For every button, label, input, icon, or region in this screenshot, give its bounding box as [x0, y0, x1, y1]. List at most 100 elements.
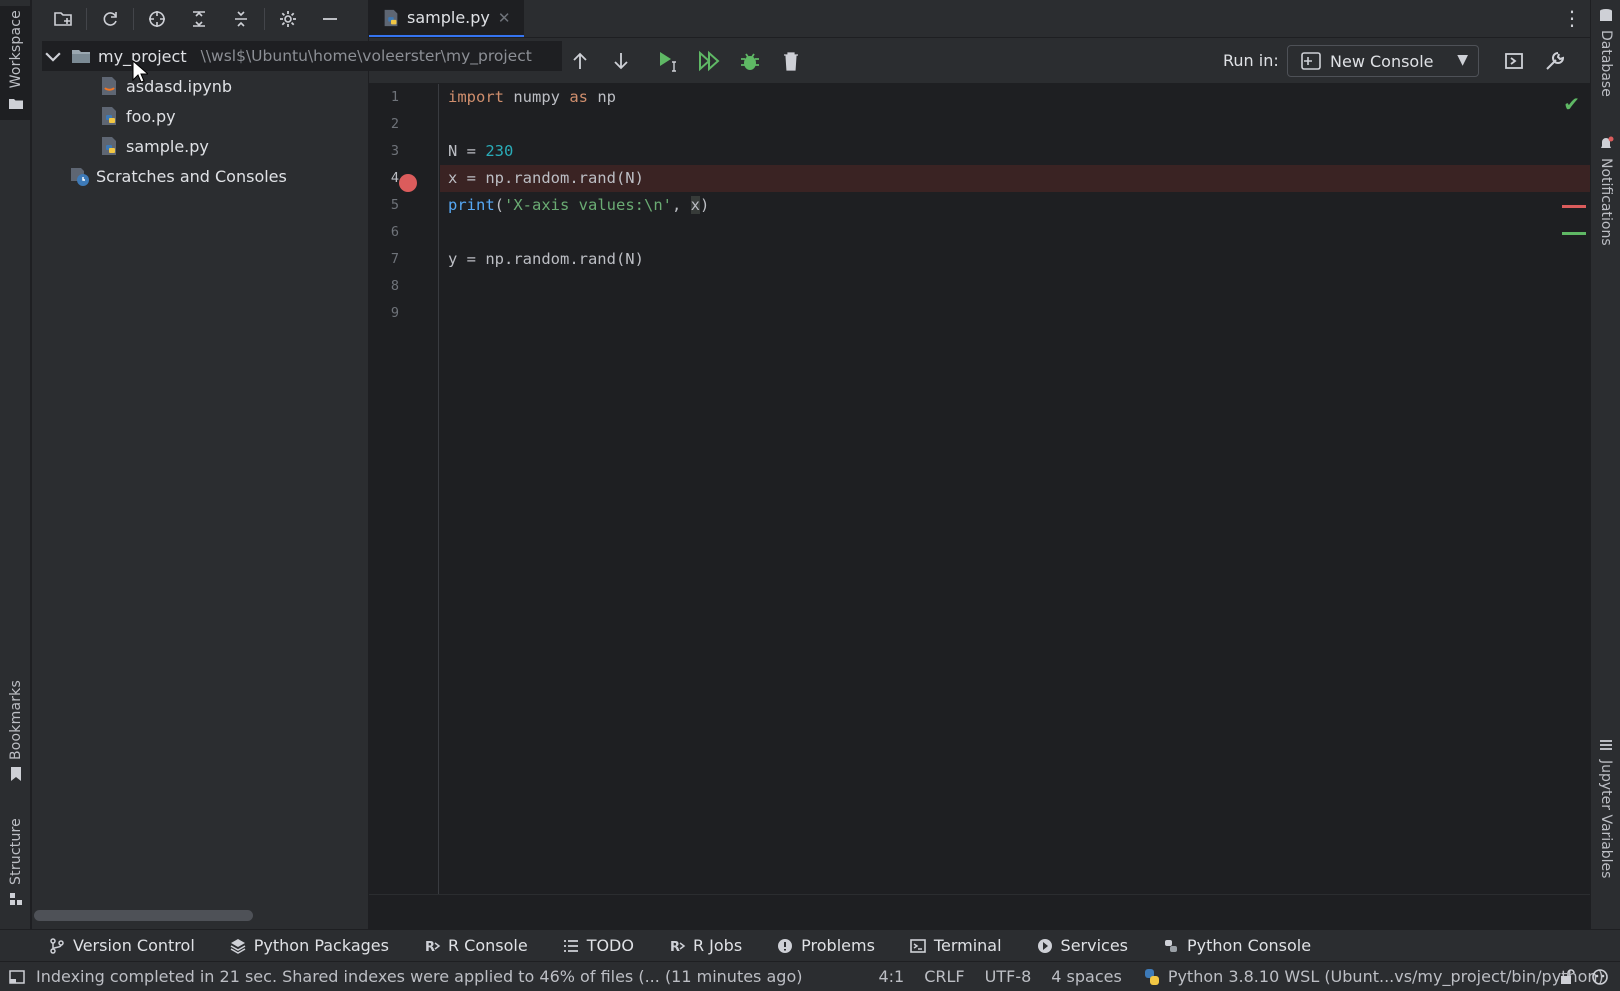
unlock-icon[interactable] [1558, 968, 1576, 986]
right-tool-strip: Database Notifications Jupyter Variables [1590, 0, 1620, 929]
code-line: import numpy as np [440, 84, 1590, 111]
status-bar: Indexing completed in 21 sec. Shared ind… [0, 961, 1620, 991]
next-cell-button[interactable] [605, 46, 637, 76]
tool-window-bar: Version Control Python Packages R R Cons… [0, 929, 1620, 961]
tool-r-console[interactable]: R R Console [423, 936, 528, 955]
toolbar-separator [264, 8, 265, 30]
run-all-button[interactable] [693, 46, 725, 76]
line-number: 5 [390, 197, 399, 213]
debug-button[interactable] [734, 46, 766, 76]
bookmarks-tab[interactable]: Bookmarks [0, 680, 31, 782]
structure-tab-label: Structure [7, 818, 24, 885]
refresh-icon [103, 12, 117, 26]
code-line: N = 230 [440, 138, 1590, 165]
project-scrollbar[interactable] [34, 910, 253, 921]
tree-item-sample-py[interactable]: sample.py [98, 131, 209, 161]
line-number: 3 [390, 143, 399, 159]
bookmarks-tab-label: Bookmarks [7, 680, 24, 761]
branch-icon [50, 937, 64, 954]
chevron-down-icon[interactable] [42, 45, 64, 67]
breakpoint-icon[interactable] [399, 174, 417, 192]
scratches-icon [71, 168, 89, 186]
configure-button[interactable] [1539, 46, 1571, 76]
indent-setting[interactable]: 4 spaces [1051, 967, 1122, 986]
sync-button[interactable] [89, 2, 131, 36]
assistant-icon[interactable] [1590, 967, 1610, 987]
structure-tab[interactable]: Structure [0, 818, 31, 907]
project-toolbar [32, 0, 368, 38]
hide-panel-button[interactable] [309, 2, 351, 36]
previous-cell-button[interactable] [564, 46, 596, 76]
bookmark-icon [10, 767, 21, 782]
clear-outputs-button[interactable] [775, 46, 807, 76]
tool-version-control[interactable]: Version Control [48, 936, 195, 955]
gear-icon [280, 11, 296, 27]
tool-label: Terminal [933, 936, 1002, 955]
code-token: as [569, 88, 588, 106]
collapse-all-icon [235, 11, 247, 27]
status-message[interactable]: Indexing completed in 21 sec. Shared ind… [8, 967, 802, 986]
open-console-button[interactable] [1498, 46, 1530, 76]
tree-item-foo-py[interactable]: foo.py [98, 101, 176, 131]
locate-file-button[interactable] [136, 2, 178, 36]
collapse-all-button[interactable] [220, 2, 262, 36]
tree-item-scratches[interactable]: Scratches and Consoles [68, 161, 287, 191]
run-in-select[interactable]: New Console ▼ [1287, 45, 1479, 77]
tree-item-my-project[interactable]: my_project \\wsl$\Ubuntu\home\voleerster… [42, 41, 562, 71]
tab-sample-py[interactable]: sample.py ✕ [369, 0, 525, 37]
code-line: print('X-axis values:\n', x) [440, 192, 1590, 219]
expand-all-button[interactable] [178, 2, 220, 36]
caret-position[interactable]: 4:1 [878, 967, 904, 986]
run-cell-button[interactable] [652, 46, 684, 76]
tool-label: R Console [447, 936, 528, 955]
new-folder-button[interactable] [42, 2, 84, 36]
layers-icon [230, 938, 246, 954]
new-folder-icon [54, 12, 72, 26]
line-number: 7 [390, 251, 399, 267]
code-editor[interactable]: import numpy as np N = 230 x = np.random… [440, 84, 1590, 894]
tool-python-packages[interactable]: Python Packages [229, 936, 389, 955]
tool-label: R Jobs [692, 936, 743, 955]
new-console-icon [1301, 52, 1321, 70]
tree-item-asdasd-ipynb[interactable]: asdasd.ipynb [98, 71, 232, 101]
workspace-tab[interactable]: Workspace [0, 6, 31, 121]
expand-all-icon [193, 11, 205, 27]
line-number: 1 [390, 89, 399, 105]
error-stripe-marker[interactable] [1562, 205, 1586, 208]
tab-title: sample.py [407, 8, 490, 27]
jupyter-variables-tab[interactable]: Jupyter Variables [1591, 738, 1620, 878]
editor-gutter[interactable]: 1 2 3 4 5 6 7 8 9 [369, 84, 439, 894]
toggle-toolwindows-icon[interactable] [8, 968, 26, 986]
line-number: 9 [390, 305, 399, 321]
more-vertical-icon[interactable]: ⋮ [1562, 6, 1582, 30]
workspace-tab-label: Workspace [7, 10, 24, 89]
minimize-icon [323, 18, 337, 20]
tool-label: Problems [801, 936, 875, 955]
run-cursor-icon [660, 52, 676, 72]
tool-r-jobs[interactable]: R R Jobs [668, 936, 742, 955]
status-message-text: Indexing completed in 21 sec. Shared ind… [36, 967, 803, 986]
scratches-label: Scratches and Consoles [96, 166, 287, 186]
settings-button[interactable] [267, 2, 309, 36]
tool-python-console[interactable]: Python Console [1162, 936, 1311, 955]
notifications-tab[interactable]: Notifications [1591, 136, 1620, 246]
arrow-down-icon [614, 53, 628, 70]
python-file-icon [102, 137, 116, 155]
toolbar-separator [133, 8, 134, 30]
tool-todo[interactable]: TODO [562, 936, 634, 955]
inspection-ok-icon[interactable]: ✔ [1563, 92, 1580, 116]
tool-problems[interactable]: Problems [776, 936, 875, 955]
interpreter-label: Python 3.8.10 WSL (Ubunt...vs/my_project… [1167, 967, 1604, 986]
list-icon [1600, 740, 1612, 750]
line-ending[interactable]: CRLF [924, 967, 964, 986]
database-tab[interactable]: Database [1591, 8, 1620, 97]
change-stripe-marker[interactable] [1562, 232, 1586, 235]
project-path: \\wsl$\Ubuntu\home\voleerster\my_project [200, 47, 532, 65]
file-encoding[interactable]: UTF-8 [985, 967, 1032, 986]
interpreter-selector[interactable]: Python 3.8.10 WSL (Ubunt...vs/my_project… [1142, 967, 1604, 987]
tool-services[interactable]: Services [1036, 936, 1128, 955]
code-token: 'X-axis values:\n' [504, 196, 672, 214]
close-icon[interactable]: ✕ [498, 9, 511, 27]
tool-terminal[interactable]: Terminal [909, 936, 1002, 955]
line-number: 6 [390, 224, 399, 240]
